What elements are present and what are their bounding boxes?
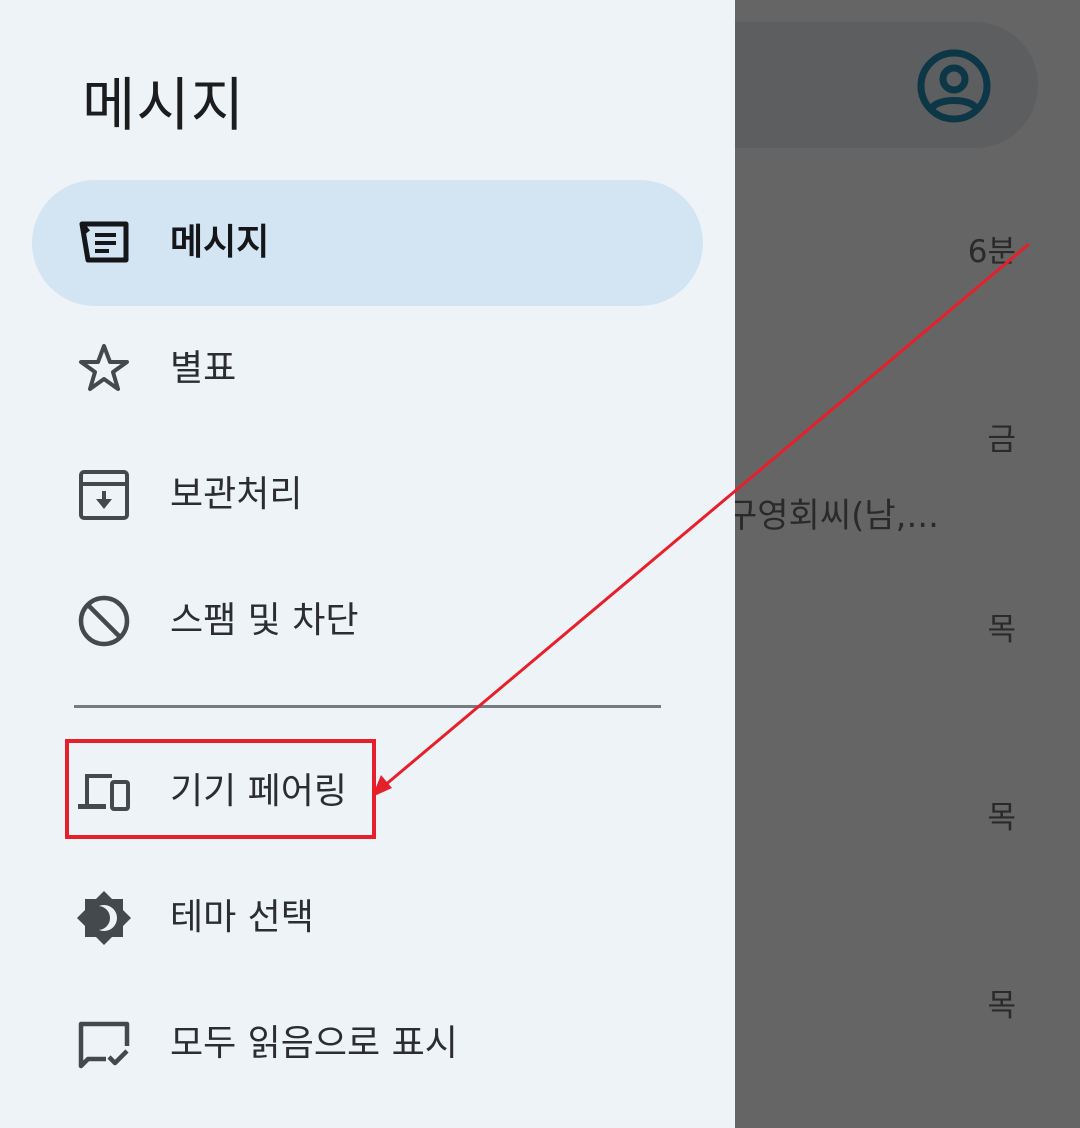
archive-icon <box>79 470 129 520</box>
nav-item-starred[interactable]: 별표 <box>32 306 703 432</box>
account-avatar-icon[interactable] <box>916 48 992 124</box>
nav-label-mark-all-read: 모두 읽음으로 표시 <box>170 1023 458 1064</box>
conversation-time: 금 <box>987 422 1016 458</box>
drawer-title: 메시지 <box>82 71 246 139</box>
theme-icon <box>77 891 131 945</box>
navigation-drawer: 메시지 메시지 별표 보관처리 스팸 및 차단 기기 페어링 테마 선택 모두 … <box>0 0 735 1128</box>
conversation-time: 목 <box>987 800 1016 836</box>
conversation-time: 목 <box>987 612 1016 648</box>
nav-label-archived: 보관처리 <box>170 474 303 515</box>
nav-label-choose-theme: 테마 선택 <box>170 897 314 938</box>
drawer-divider <box>74 705 661 708</box>
nav-item-messages[interactable]: 메시지 <box>32 180 703 306</box>
star-icon <box>79 344 129 391</box>
annotation-highlight-box <box>65 739 376 839</box>
conversation-time: 목 <box>987 988 1016 1024</box>
nav-item-spam-blocked[interactable]: 스팸 및 차단 <box>32 558 703 684</box>
nav-label-starred: 별표 <box>170 348 237 389</box>
nav-label-messages: 메시지 <box>170 222 270 263</box>
messages-icon <box>79 221 129 263</box>
nav-item-choose-theme[interactable]: 테마 선택 <box>32 855 703 981</box>
nav-item-mark-all-read[interactable]: 모두 읽음으로 표시 <box>32 981 703 1107</box>
conversation-time: 6분 <box>967 234 1016 270</box>
nav-label-spam-blocked: 스팸 및 차단 <box>170 600 359 641</box>
conversation-snippet: 구영회씨(남,... <box>726 496 939 536</box>
nav-item-archived[interactable]: 보관처리 <box>32 432 703 558</box>
block-icon <box>78 595 130 647</box>
mark-read-icon <box>78 1021 130 1069</box>
